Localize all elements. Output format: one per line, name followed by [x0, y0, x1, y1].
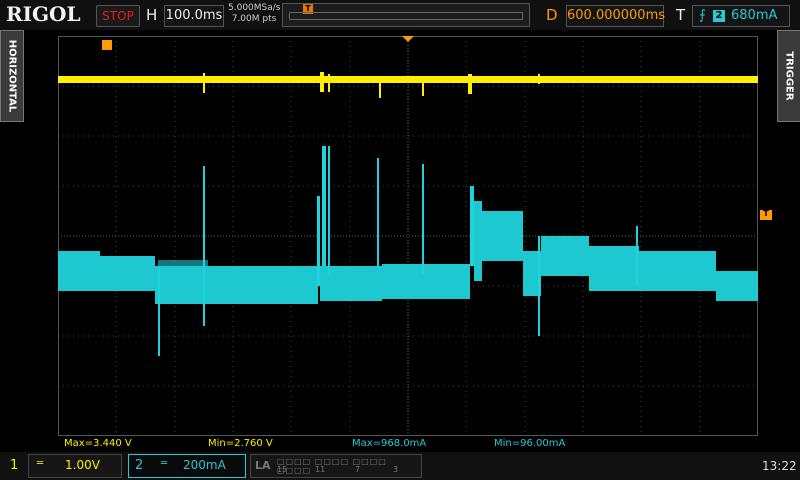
bottom-status-bar: 1 ═ 1.00V 2 ═ 200mA LA □□□□ □□□□ □□□□ □□…	[0, 452, 800, 480]
delay-marker-icon[interactable]	[102, 40, 112, 50]
trigger-level: 680mA	[731, 8, 778, 23]
la-digit-3: 3	[393, 465, 399, 474]
la-digit-7: 7	[355, 465, 361, 474]
memory-depth: 7.00M pts	[231, 14, 277, 24]
ch1-scale-box[interactable]: ═ 1.00V	[28, 454, 122, 478]
rising-edge-icon: ⨍	[699, 8, 706, 23]
ch1-coupling-icon: ═	[37, 458, 44, 469]
la-label: LA	[255, 459, 271, 472]
timebase-value[interactable]: 100.0ms	[164, 5, 224, 27]
trigger-tab[interactable]: TRIGGER	[777, 30, 800, 122]
run-stop-button[interactable]: STOP	[96, 5, 140, 27]
ch2-marker-label: 2	[47, 380, 53, 390]
horizontal-tab[interactable]: HORIZONTAL	[0, 30, 24, 122]
trigger-settings[interactable]: ⨍ 2 680mA	[692, 5, 790, 27]
trigger-tab-label: TRIGGER	[783, 51, 795, 101]
la-digit-15: 15	[277, 465, 288, 474]
ch1-scale: 1.00V	[65, 458, 100, 472]
sample-info: 5.000MSa/s 7.00M pts	[228, 3, 280, 25]
graticule-center	[58, 36, 758, 436]
delay-label: D	[546, 6, 558, 24]
clock: 13:22	[762, 459, 797, 473]
ch2-scale: 200mA	[183, 458, 226, 472]
measurement-ch1-max: Max=3.440 V	[64, 438, 132, 449]
trigger-level-marker-label: T	[763, 209, 769, 218]
memory-window	[289, 12, 523, 20]
top-status-bar: RIGOL STOP H 100.0ms 5.000MSa/s 7.00M pt…	[0, 0, 800, 30]
ch1-marker-label: 1	[47, 230, 53, 240]
ch1-number: 1	[10, 458, 19, 473]
horizontal-tab-label: HORIZONTAL	[6, 39, 18, 113]
ch2-coupling-icon: ═	[161, 458, 168, 469]
timebase-label: H	[146, 6, 158, 24]
ch2-scale-box[interactable]: 2 ═ 200mA	[128, 454, 246, 478]
measurement-ch2-max: Max=968.0mA	[352, 438, 427, 449]
waveform-display[interactable]	[58, 36, 758, 436]
measurement-ch2-min: Min=96.00mA	[494, 438, 566, 449]
sample-rate: 5.000MSa/s	[228, 3, 281, 13]
trigger-label: T	[676, 6, 686, 24]
brand-logo: RIGOL	[6, 2, 81, 26]
trigger-time-marker	[402, 36, 414, 42]
memory-overview[interactable]: T	[282, 3, 530, 27]
la-bits-icon: □□□□ □□□□ □□□□ □□□□	[277, 457, 387, 475]
la-digit-11: 11	[315, 465, 326, 474]
trigger-level-marker[interactable]: T	[760, 209, 772, 220]
ch2-number: 2	[135, 458, 144, 473]
delay-value[interactable]: 600.000000ms	[566, 5, 665, 27]
trigger-source-badge: 2	[713, 10, 725, 22]
measurement-ch1-min: Min=2.760 V	[208, 438, 273, 449]
la-box[interactable]: LA □□□□ □□□□ □□□□ □□□□ 15 11 7 3	[250, 454, 422, 478]
